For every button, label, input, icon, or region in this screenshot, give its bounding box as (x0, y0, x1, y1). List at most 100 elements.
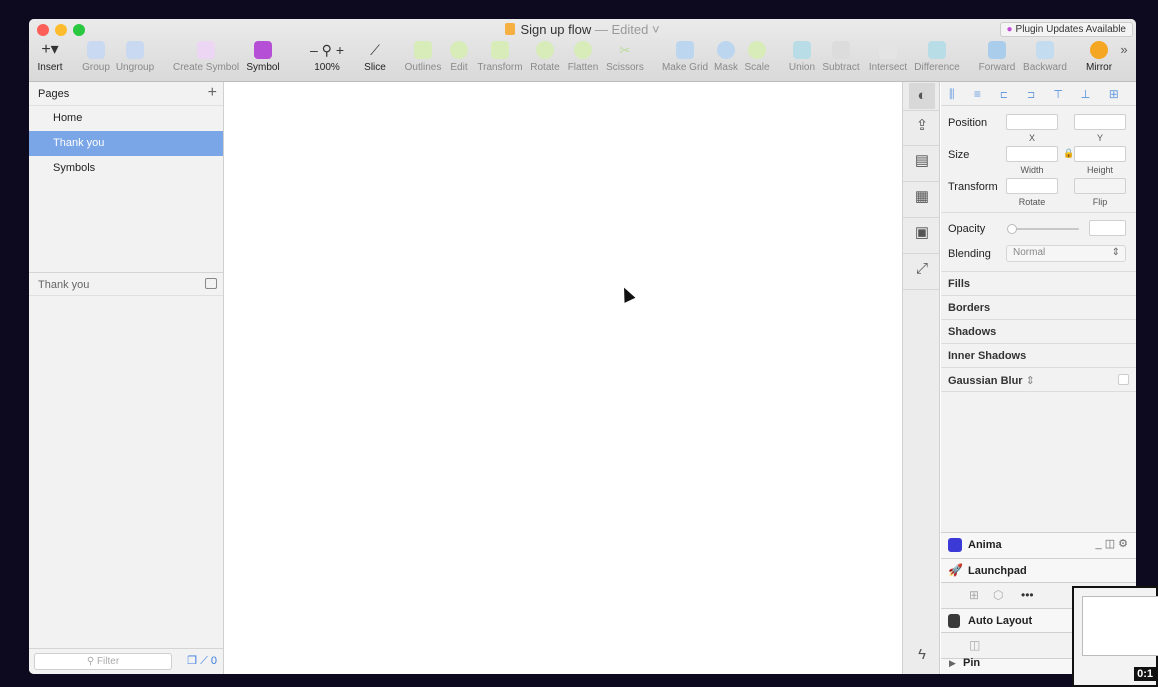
scissors-button[interactable]: ✂ Scissors (604, 41, 646, 79)
toolbar-overflow-button[interactable]: » (1117, 41, 1131, 79)
flatten-button[interactable]: Flatten (566, 41, 600, 79)
more-icon[interactable]: ••• (1021, 588, 1034, 602)
lock-ratio-icon[interactable]: 🔒 (1063, 148, 1074, 159)
create-symbol-icon (197, 41, 215, 59)
video-timestamp: 0:1 (1134, 667, 1156, 681)
size-label: Size (948, 149, 970, 161)
transform-label: Transform (948, 181, 998, 193)
plugin-updates-badge[interactable]: ● Plugin Updates Available (999, 22, 1133, 37)
blending-label: Blending (948, 248, 991, 260)
mouse-cursor-icon (618, 285, 636, 303)
opacity-slider-knob[interactable] (1007, 224, 1017, 234)
export-upload-icon[interactable]: ⇪ (909, 113, 935, 139)
rotate-button[interactable]: Rotate (529, 41, 561, 79)
anima-logo-icon (948, 538, 962, 552)
position-y-input[interactable] (1074, 114, 1126, 130)
layers-header: Thank you (29, 272, 223, 296)
edit-button[interactable]: Edit (447, 41, 471, 79)
insert-button[interactable]: +▾ Insert (35, 41, 65, 79)
resize-icon[interactable]: ⤢ (909, 256, 935, 282)
collapse-layers-icon[interactable] (205, 278, 217, 289)
lightning-icon[interactable]: ϟ (909, 642, 935, 668)
anima-panel: Anima _ ◫ ⚙ (941, 532, 1136, 558)
page-item-thank-you[interactable]: Thank you (29, 131, 223, 156)
add-page-icon[interactable]: + (208, 84, 217, 102)
flip-buttons[interactable] (1074, 178, 1126, 194)
mirror-button[interactable]: Mirror (1084, 41, 1114, 79)
thumbnail-preview (1082, 596, 1158, 656)
mirror-icon (1090, 41, 1108, 59)
layers-footer: ⚲ Filter ❐ ⟋ 0 (29, 648, 223, 674)
inspector-tab-icon[interactable]: ◐ (909, 83, 935, 109)
ungroup-icon (126, 41, 144, 59)
opacity-input[interactable] (1089, 220, 1126, 236)
anima-window-controls[interactable]: _ ◫ ⚙ (1096, 537, 1128, 550)
alignment-toolbar[interactable]: ⫼ ≡ ⊏ ⊐ ⊤ ⊥ ⊞ ⊟ (941, 82, 1136, 106)
position-label: Position (948, 117, 988, 129)
opacity-slider[interactable] (1011, 228, 1079, 230)
borders-section[interactable]: Borders (941, 295, 1136, 319)
window-title: Sign up flow — Edited ˅ (29, 22, 1136, 37)
printer-icon[interactable]: ▤ (909, 148, 935, 174)
insert-plus-icon: +▾ (41, 41, 59, 58)
edit-icon (450, 41, 468, 59)
zoom-magnifier-icon: – ⚲ + (310, 42, 344, 58)
shadows-section[interactable]: Shadows (941, 319, 1136, 343)
form-layout-icon[interactable]: ▦ (909, 184, 935, 210)
layer-filter-input[interactable]: ⚲ Filter (34, 653, 172, 670)
pages-header: Pages + (29, 82, 223, 106)
backward-button[interactable]: Backward (1022, 41, 1068, 79)
width-input[interactable] (1006, 146, 1058, 162)
outlines-button[interactable]: Outlines (404, 41, 442, 79)
transform-button[interactable]: Transform (477, 41, 523, 79)
create-symbol-button[interactable]: Create Symbol (173, 41, 239, 79)
flatten-icon (574, 41, 592, 59)
backward-icon (1036, 41, 1054, 59)
canvas[interactable] (225, 82, 902, 674)
page-item-home[interactable]: Home (29, 106, 223, 131)
make-grid-icon (676, 41, 694, 59)
group-icon (87, 41, 105, 59)
page-item-symbols[interactable]: Symbols (29, 156, 223, 181)
position-x-input[interactable] (1006, 114, 1058, 130)
auto-layout-logo-icon (948, 614, 960, 628)
ungroup-button[interactable]: Ungroup (115, 41, 155, 79)
mask-button[interactable]: Mask (713, 41, 739, 79)
forward-icon (988, 41, 1006, 59)
edited-indicator[interactable]: — Edited ˅ (591, 22, 660, 37)
outlines-icon (414, 41, 432, 59)
sketch-document-icon (505, 23, 516, 35)
pages-panel: Pages + Home Thank you Symbols Thank you… (29, 82, 224, 674)
layer-export-controls[interactable]: ❐ ⟋ 0 (187, 654, 217, 668)
symbol-button[interactable]: Symbol (245, 41, 281, 79)
subtract-icon (832, 41, 850, 59)
gaussian-blur-section[interactable]: Gaussian Blur ⇕ (941, 367, 1136, 391)
intersect-button[interactable]: Intersect (867, 41, 909, 79)
launchpad-layout-icon[interactable]: ⊞ (969, 588, 979, 602)
scale-button[interactable]: Scale (743, 41, 771, 79)
forward-button[interactable]: Forward (978, 41, 1016, 79)
blending-select[interactable]: Normal ⇕ (1006, 245, 1126, 262)
selection-icon[interactable]: ▣ (909, 220, 935, 246)
union-button[interactable]: Union (788, 41, 816, 79)
fills-section[interactable]: Fills (941, 271, 1136, 295)
slice-knife-icon: ⟋ (370, 42, 380, 58)
video-thumbnail[interactable]: 0:1 (1072, 586, 1158, 687)
inspector-tab-strip: ◐ ⇪ ▤ ▦ ▣ ⤢ ϟ (902, 82, 940, 674)
subtract-button[interactable]: Subtract (821, 41, 861, 79)
inner-shadows-section[interactable]: Inner Shadows (941, 343, 1136, 367)
launchpad-panel: 🚀 Launchpad (941, 558, 1136, 582)
make-grid-button[interactable]: Make Grid (661, 41, 709, 79)
auto-layout-columns-icon[interactable]: ◫ (969, 638, 980, 652)
slice-button[interactable]: ⟋ Slice (361, 41, 389, 79)
height-input[interactable] (1074, 146, 1126, 162)
transform-icon (491, 41, 509, 59)
rotate-input[interactable] (1006, 178, 1058, 194)
disclosure-triangle-icon[interactable]: ▶ (949, 658, 956, 669)
symbol-icon (254, 41, 272, 59)
group-button[interactable]: Group (81, 41, 111, 79)
zoom-control[interactable]: – ⚲ + 100% (301, 41, 353, 79)
launchpad-cube-icon[interactable]: ⬡ (993, 588, 1003, 602)
gaussian-blur-checkbox[interactable] (1118, 374, 1129, 385)
difference-button[interactable]: Difference (913, 41, 961, 79)
